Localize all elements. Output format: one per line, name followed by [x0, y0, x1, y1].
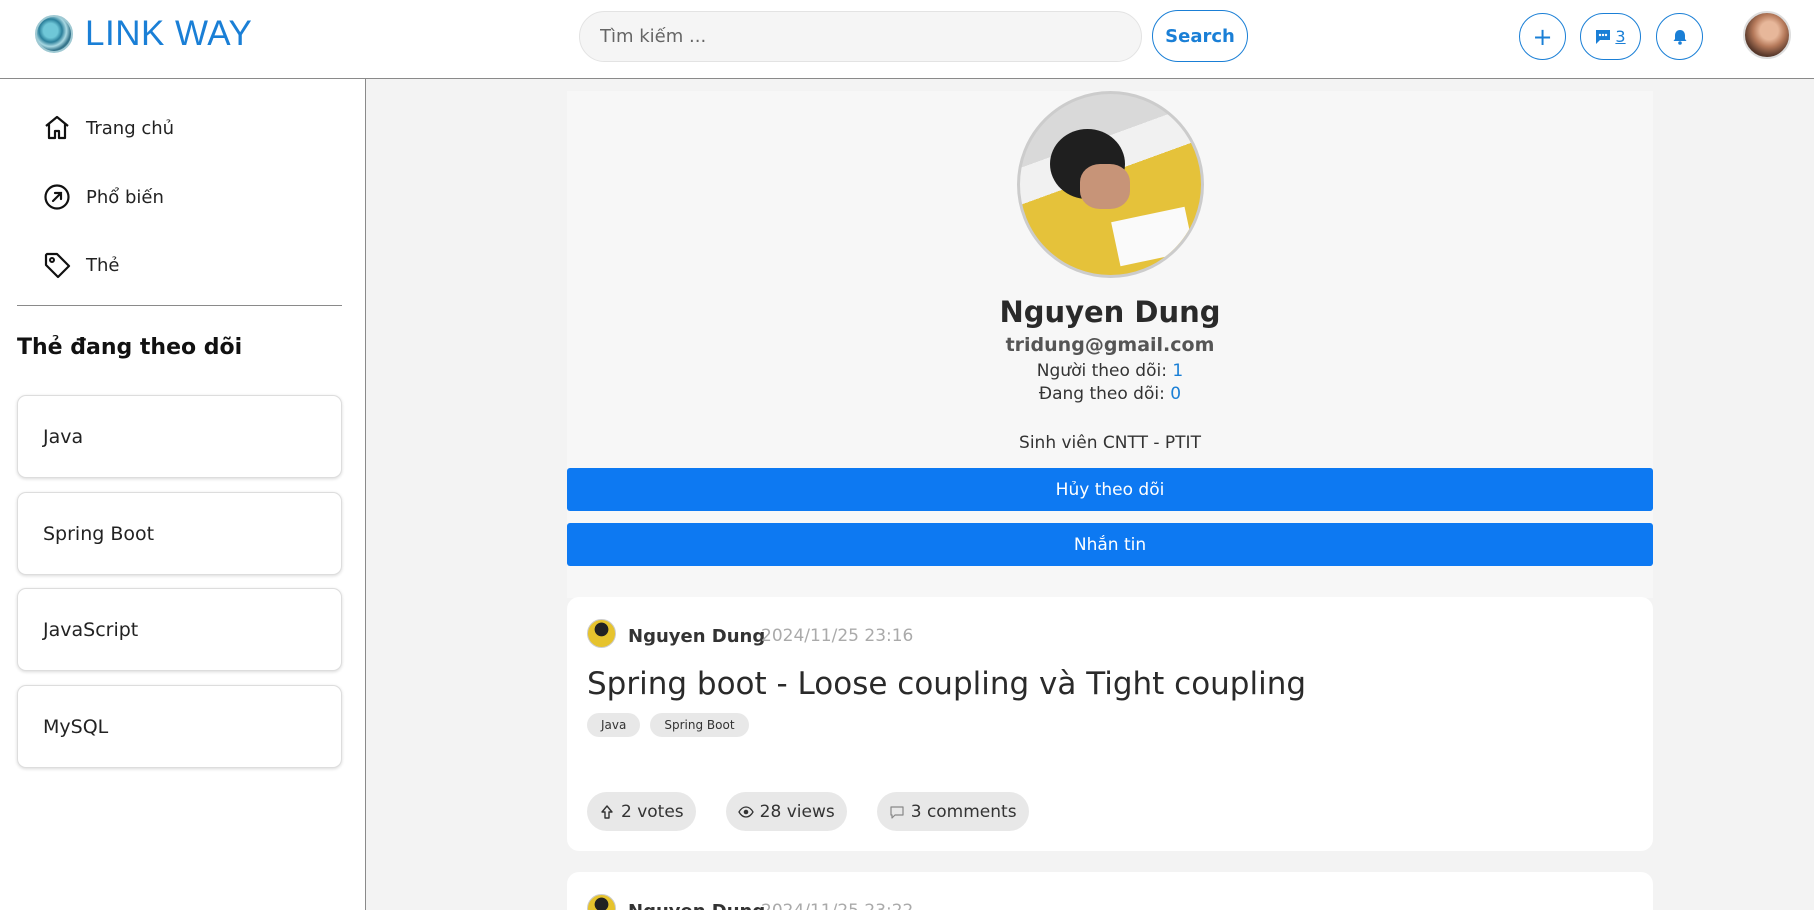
votes-stat[interactable]: 2 votes — [587, 792, 696, 831]
profile-avatar — [1017, 91, 1204, 278]
send-message-button[interactable]: Nhắn tin — [567, 523, 1653, 566]
profile-bio: Sinh viên CNTT - PTIT — [1019, 433, 1201, 453]
post-stats: 2 votes 28 views 3 comments — [587, 792, 1029, 831]
followers-count: Người theo dõi: 1 — [567, 361, 1653, 381]
post-author-avatar[interactable] — [587, 894, 616, 910]
followed-tag-card[interactable]: MySQL — [17, 685, 342, 768]
sidebar-item-home[interactable]: Trang chủ — [42, 113, 174, 143]
home-icon — [45, 115, 69, 140]
votes-count: 2 votes — [621, 801, 684, 822]
comments-count: 3 comments — [910, 801, 1017, 822]
followed-tag-card[interactable]: Java — [17, 395, 342, 478]
followed-tag-card[interactable]: JavaScript — [17, 588, 342, 671]
sidebar-item-label: Thẻ — [86, 254, 120, 276]
comment-icon — [890, 805, 904, 819]
user-avatar[interactable] — [1743, 11, 1791, 59]
brand-logo-icon — [35, 15, 73, 53]
bell-icon — [1673, 29, 1686, 45]
followed-tag-card[interactable]: Spring Boot — [17, 492, 342, 575]
post-date: 2024/11/25 23:22 — [761, 901, 913, 910]
following-number[interactable]: 0 — [1170, 384, 1181, 404]
followers-label: Người theo dõi: — [1036, 361, 1167, 381]
brand-name: LINK WAY — [85, 14, 253, 53]
plus-icon: + — [1532, 22, 1553, 51]
create-post-button[interactable]: + — [1519, 13, 1566, 60]
followed-tags-title: Thẻ đang theo dõi — [17, 335, 243, 360]
profile-card: Nguyen Dung tridung@gmail.com Người theo… — [567, 91, 1653, 598]
sidebar-item-label: Phổ biến — [86, 186, 164, 208]
post-title[interactable]: Spring boot - Loose coupling và Tight co… — [587, 666, 1306, 702]
post-card[interactable]: Nguyen Dung 2024/11/25 23:22 — [567, 872, 1653, 910]
search-button[interactable]: Search — [1152, 10, 1248, 62]
post-author[interactable]: Nguyen Dung — [628, 626, 765, 647]
sidebar: Trang chủ Phổ biến Thẻ Thẻ đang theo dõi… — [0, 79, 366, 910]
post-tags: Java Spring Boot — [587, 713, 749, 737]
profile-email: tridung@gmail.com — [1005, 334, 1215, 356]
views-stat: 28 views — [725, 792, 847, 831]
following-label: Đang theo dõi: — [1038, 384, 1165, 404]
sidebar-item-tags[interactable]: Thẻ — [42, 250, 119, 280]
unfollow-button[interactable]: Hủy theo dõi — [567, 468, 1653, 511]
top-navbar: LINK WAY Search + 3 — [0, 0, 1814, 79]
notifications-button[interactable] — [1656, 13, 1703, 60]
message-count-badge: 3 — [1615, 27, 1626, 46]
views-count: 28 views — [759, 801, 835, 822]
eye-icon — [737, 805, 754, 818]
tag-icon — [44, 252, 71, 279]
brand[interactable]: LINK WAY — [35, 14, 252, 54]
arrow-up-icon — [601, 804, 613, 819]
chat-icon — [1596, 29, 1611, 44]
sidebar-divider — [17, 305, 342, 306]
post-author[interactable]: Nguyen Dung — [628, 901, 765, 910]
trending-icon — [44, 184, 70, 210]
following-count: Đang theo dõi: 0 — [567, 384, 1653, 404]
post-author-avatar[interactable] — [587, 619, 616, 648]
post-date: 2024/11/25 23:16 — [761, 626, 914, 646]
comments-stat[interactable]: 3 comments — [876, 792, 1029, 831]
followers-number[interactable]: 1 — [1172, 361, 1183, 381]
search-input[interactable] — [600, 26, 1121, 47]
sidebar-item-label: Trang chủ — [86, 117, 175, 139]
messages-button[interactable]: 3 — [1580, 13, 1641, 60]
profile-name: Nguyen Dung — [999, 295, 1221, 329]
post-card[interactable]: Nguyen Dung 2024/11/25 23:16 Spring boot… — [567, 597, 1653, 851]
post-tag[interactable]: Spring Boot — [650, 713, 749, 737]
sidebar-item-popular[interactable]: Phổ biến — [42, 182, 164, 212]
search-box — [579, 11, 1142, 62]
post-tag[interactable]: Java — [587, 713, 641, 737]
